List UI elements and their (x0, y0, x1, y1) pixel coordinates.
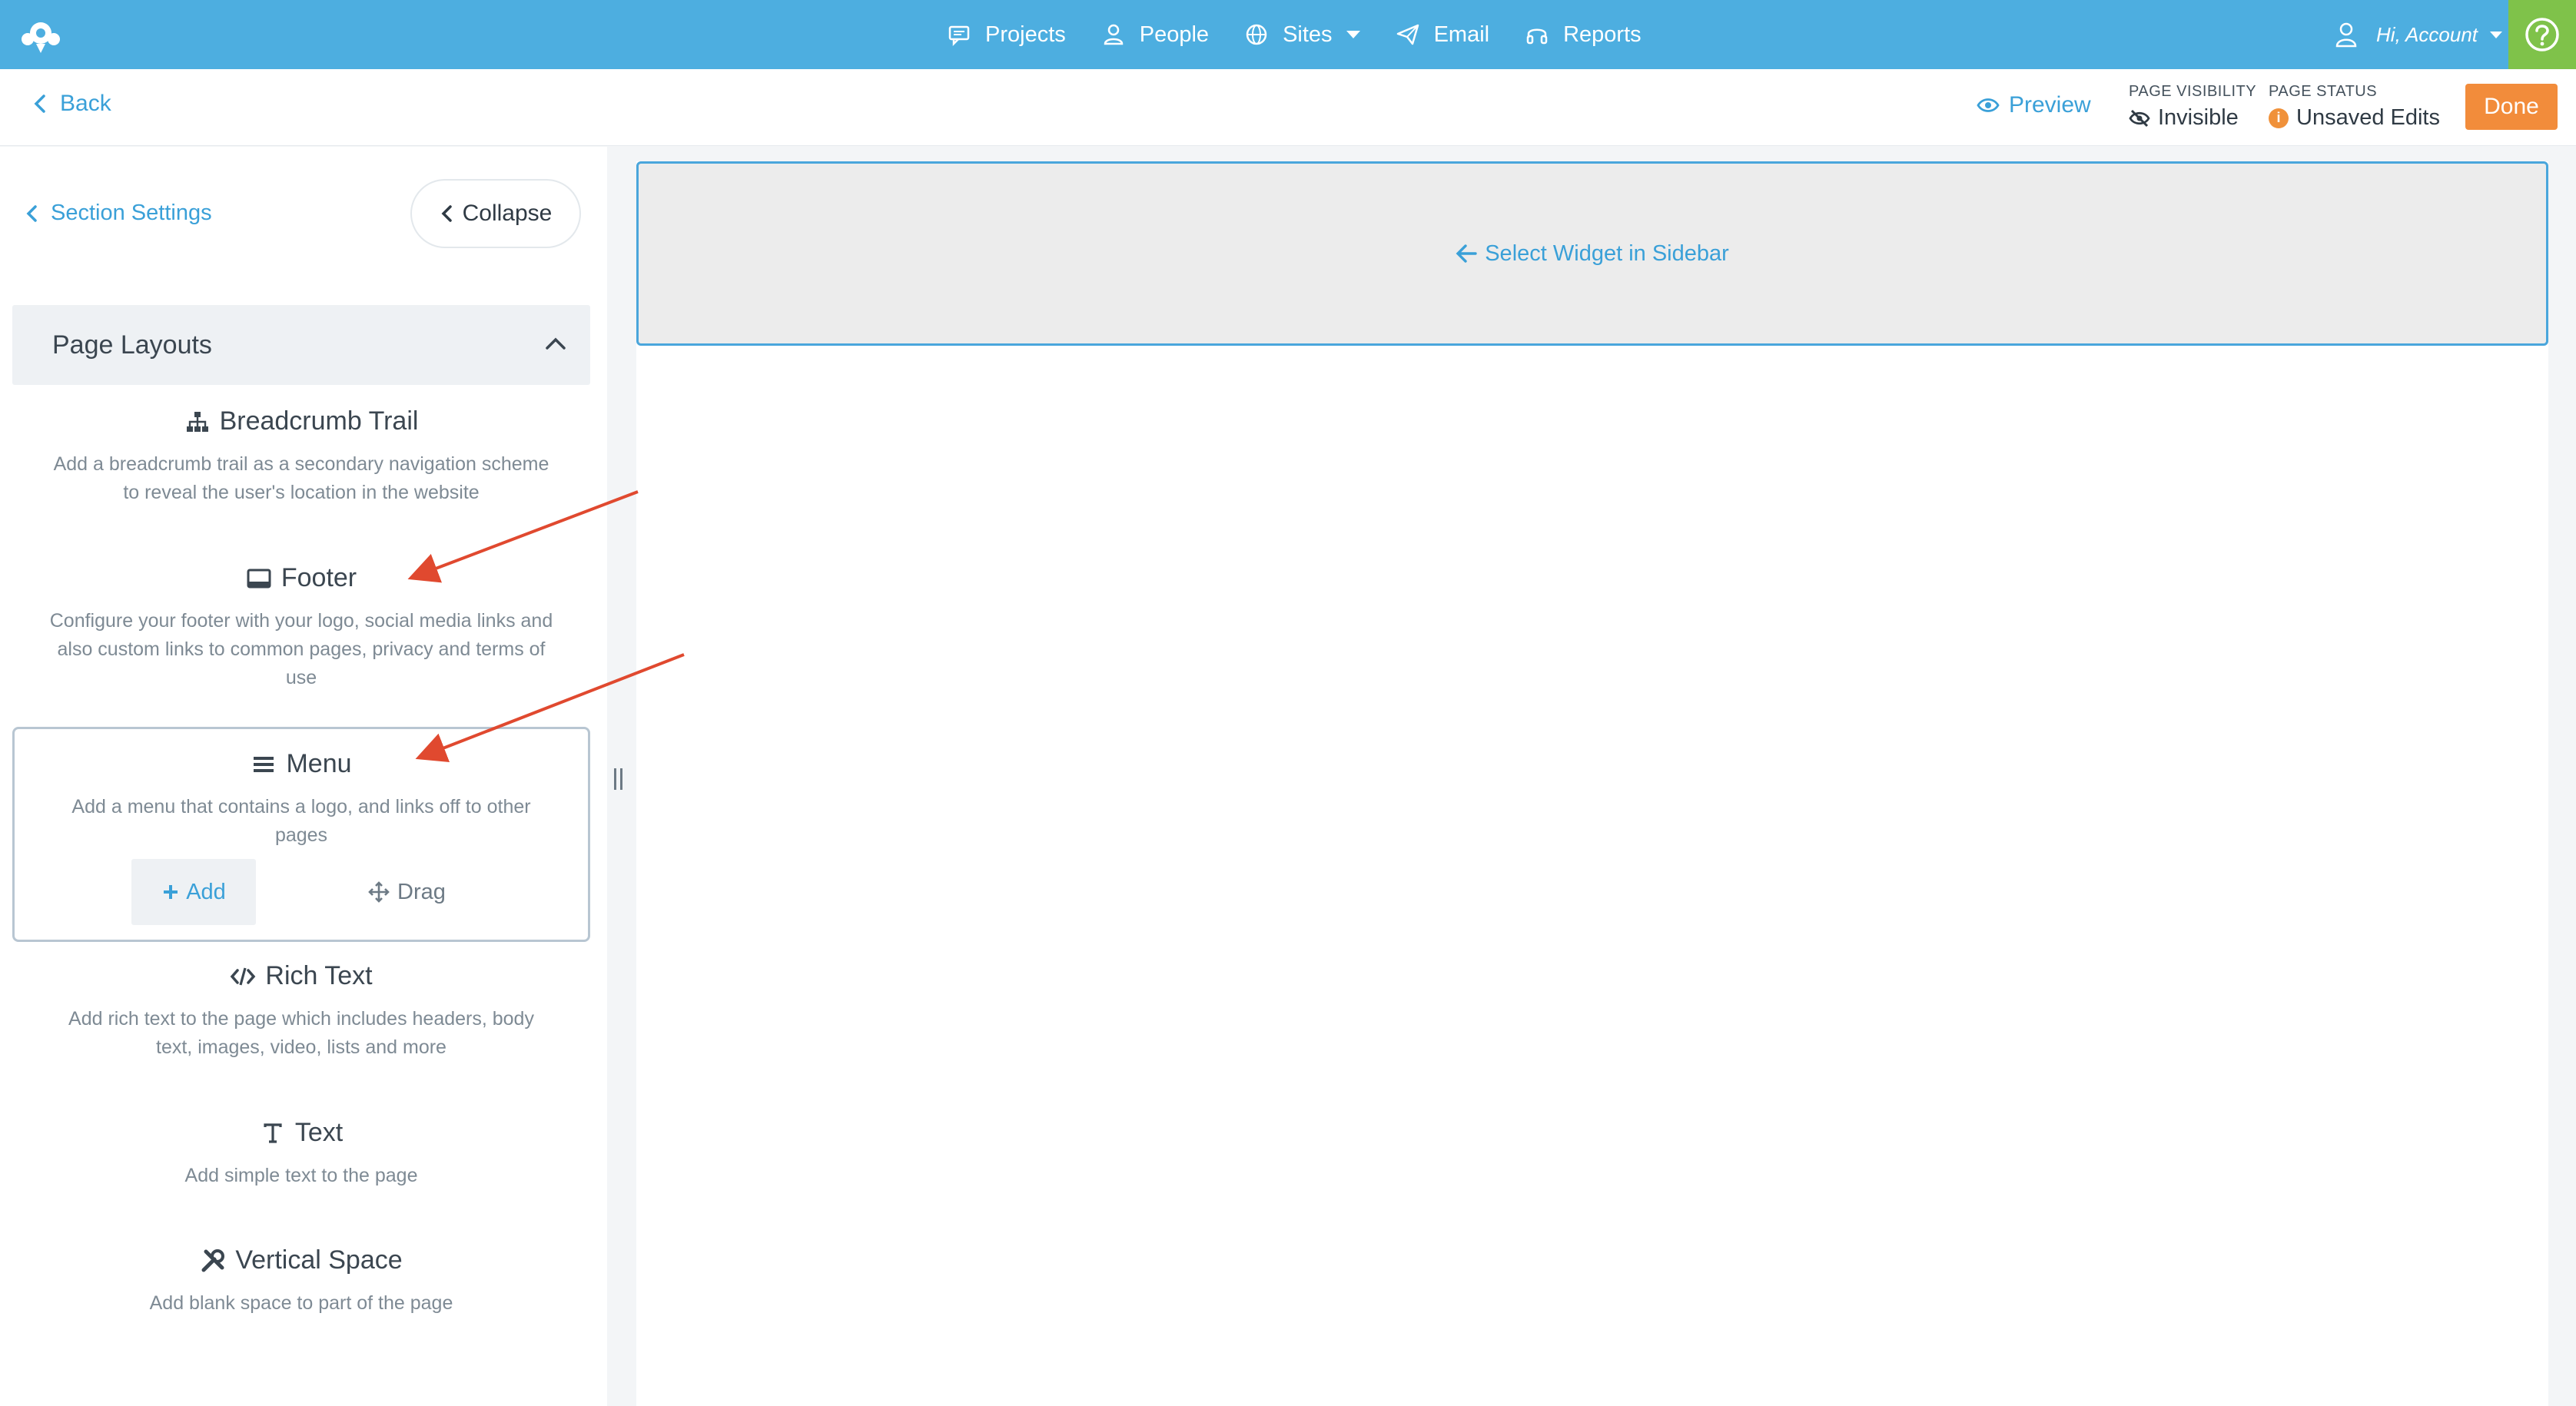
page-canvas (636, 161, 2548, 1406)
nav-sites[interactable]: Sites (1244, 22, 1360, 48)
headset-icon (1526, 28, 1548, 45)
chevron-up-icon (546, 337, 566, 350)
sidebar-resize-handle[interactable] (612, 768, 624, 799)
widget-description: Add a menu that contains a logo, and lin… (71, 796, 531, 846)
add-label: Add (186, 879, 226, 904)
globe-icon (1246, 24, 1267, 45)
page-visibility[interactable]: PAGE VISIBILITY Invisible (2129, 83, 2256, 131)
page-layouts-title: Page Layouts (52, 330, 212, 360)
chevron-left-icon (441, 205, 452, 222)
eye-slash-icon (2129, 109, 2150, 127)
code-icon (231, 967, 256, 985)
widget-sidebar: Section Settings Collapse Page Layouts B… (0, 147, 607, 1406)
page-status: PAGE STATUS i Unsaved Edits (2269, 83, 2440, 131)
question-icon (2525, 18, 2559, 51)
widget-description: Add a breadcrumb trail as a secondary na… (53, 453, 549, 503)
nav-projects-label: Projects (985, 22, 1066, 47)
main-nav: Projects People Sites Email Reports (947, 0, 1677, 69)
chevron-down-icon (1346, 31, 1360, 38)
nav-people-label: People (1139, 22, 1210, 47)
widget-text[interactable]: Text Add simple text to the page (12, 1118, 590, 1190)
page-status-value: Unsaved Edits (2296, 105, 2440, 130)
chat-icon (948, 25, 970, 47)
preview-label: Preview (2009, 92, 2091, 118)
widget-description: Add blank space to part of the page (149, 1292, 453, 1314)
paper-plane-icon (1396, 24, 1419, 45)
drag-widget-handle[interactable]: Drag (368, 859, 446, 925)
text-icon (264, 1122, 282, 1143)
sitemap-icon (186, 411, 208, 432)
add-widget-button[interactable]: Add (131, 859, 256, 925)
widget-title: Text (294, 1118, 344, 1147)
tools-icon (201, 1248, 225, 1272)
widget-description: Configure your footer with your logo, so… (49, 610, 553, 688)
drag-label: Drag (397, 879, 446, 904)
help-button[interactable] (2508, 0, 2576, 69)
back-label: Back (60, 91, 111, 116)
page-visibility-label: PAGE VISIBILITY (2129, 83, 2257, 100)
section-settings-label: Section Settings (51, 201, 212, 225)
footer-icon (247, 569, 271, 588)
nav-sites-label: Sites (1283, 22, 1333, 47)
chevron-down-icon (2490, 31, 2502, 38)
menu-icon (254, 756, 274, 772)
page-visibility-value: Invisible (2158, 105, 2239, 130)
nav-email-label: Email (1433, 22, 1490, 47)
collapse-button[interactable]: Collapse (410, 179, 581, 248)
collapse-label: Collapse (462, 201, 553, 226)
widget-vertical-space[interactable]: Vertical Space Add blank space to part o… (12, 1245, 590, 1318)
nav-reports-label: Reports (1563, 22, 1642, 47)
back-link[interactable]: Back (32, 91, 111, 117)
user-icon (2335, 22, 2357, 48)
arrow-left-icon (1456, 244, 1477, 263)
widget-title: Breadcrumb Trail (219, 406, 419, 436)
widget-title: Vertical Space (235, 1245, 403, 1275)
nav-people[interactable]: People (1101, 22, 1209, 48)
eye-icon (1977, 98, 2000, 112)
widget-title: Menu (286, 749, 352, 778)
account-menu[interactable]: Hi, Account (2335, 0, 2502, 69)
user-icon (1104, 24, 1124, 45)
widget-footer[interactable]: Footer Configure your footer with your l… (12, 563, 590, 692)
top-navbar: Projects People Sites Email Reports Hi, … (0, 0, 2576, 69)
editor-toolbar: Back Preview PAGE VISIBILITY Invisible P… (0, 69, 2576, 146)
widget-title: Rich Text (265, 961, 373, 990)
done-button[interactable]: Done (2465, 84, 2558, 130)
widget-description: Add rich text to the page which includes… (68, 1008, 534, 1058)
info-icon: i (2269, 108, 2289, 128)
page-layouts-header[interactable]: Page Layouts (12, 305, 590, 385)
nav-reports[interactable]: Reports (1525, 22, 1642, 48)
preview-link[interactable]: Preview (1977, 92, 2091, 118)
account-label: Hi, Account (2376, 22, 2478, 46)
move-icon (368, 881, 390, 903)
widget-title: Footer (281, 563, 357, 592)
widget-breadcrumb-trail[interactable]: Breadcrumb Trail Add a breadcrumb trail … (12, 406, 590, 507)
widget-menu[interactable]: Menu Add a menu that contains a logo, an… (12, 727, 590, 942)
widget-rich-text[interactable]: Rich Text Add rich text to the page whic… (12, 961, 590, 1062)
section-settings-link[interactable]: Section Settings (25, 201, 212, 226)
widget-drop-placeholder[interactable]: Select Widget in Sidebar (636, 161, 2548, 346)
widget-description: Add simple text to the page (184, 1165, 418, 1186)
chevron-left-icon (34, 95, 45, 113)
chevron-left-icon (26, 204, 37, 222)
app-logo[interactable] (17, 13, 65, 56)
nav-email[interactable]: Email (1396, 22, 1490, 48)
page-status-label: PAGE STATUS (2269, 83, 2378, 100)
plus-icon (164, 885, 178, 899)
nav-projects[interactable]: Projects (947, 22, 1066, 48)
placeholder-label: Select Widget in Sidebar (1485, 240, 1729, 266)
